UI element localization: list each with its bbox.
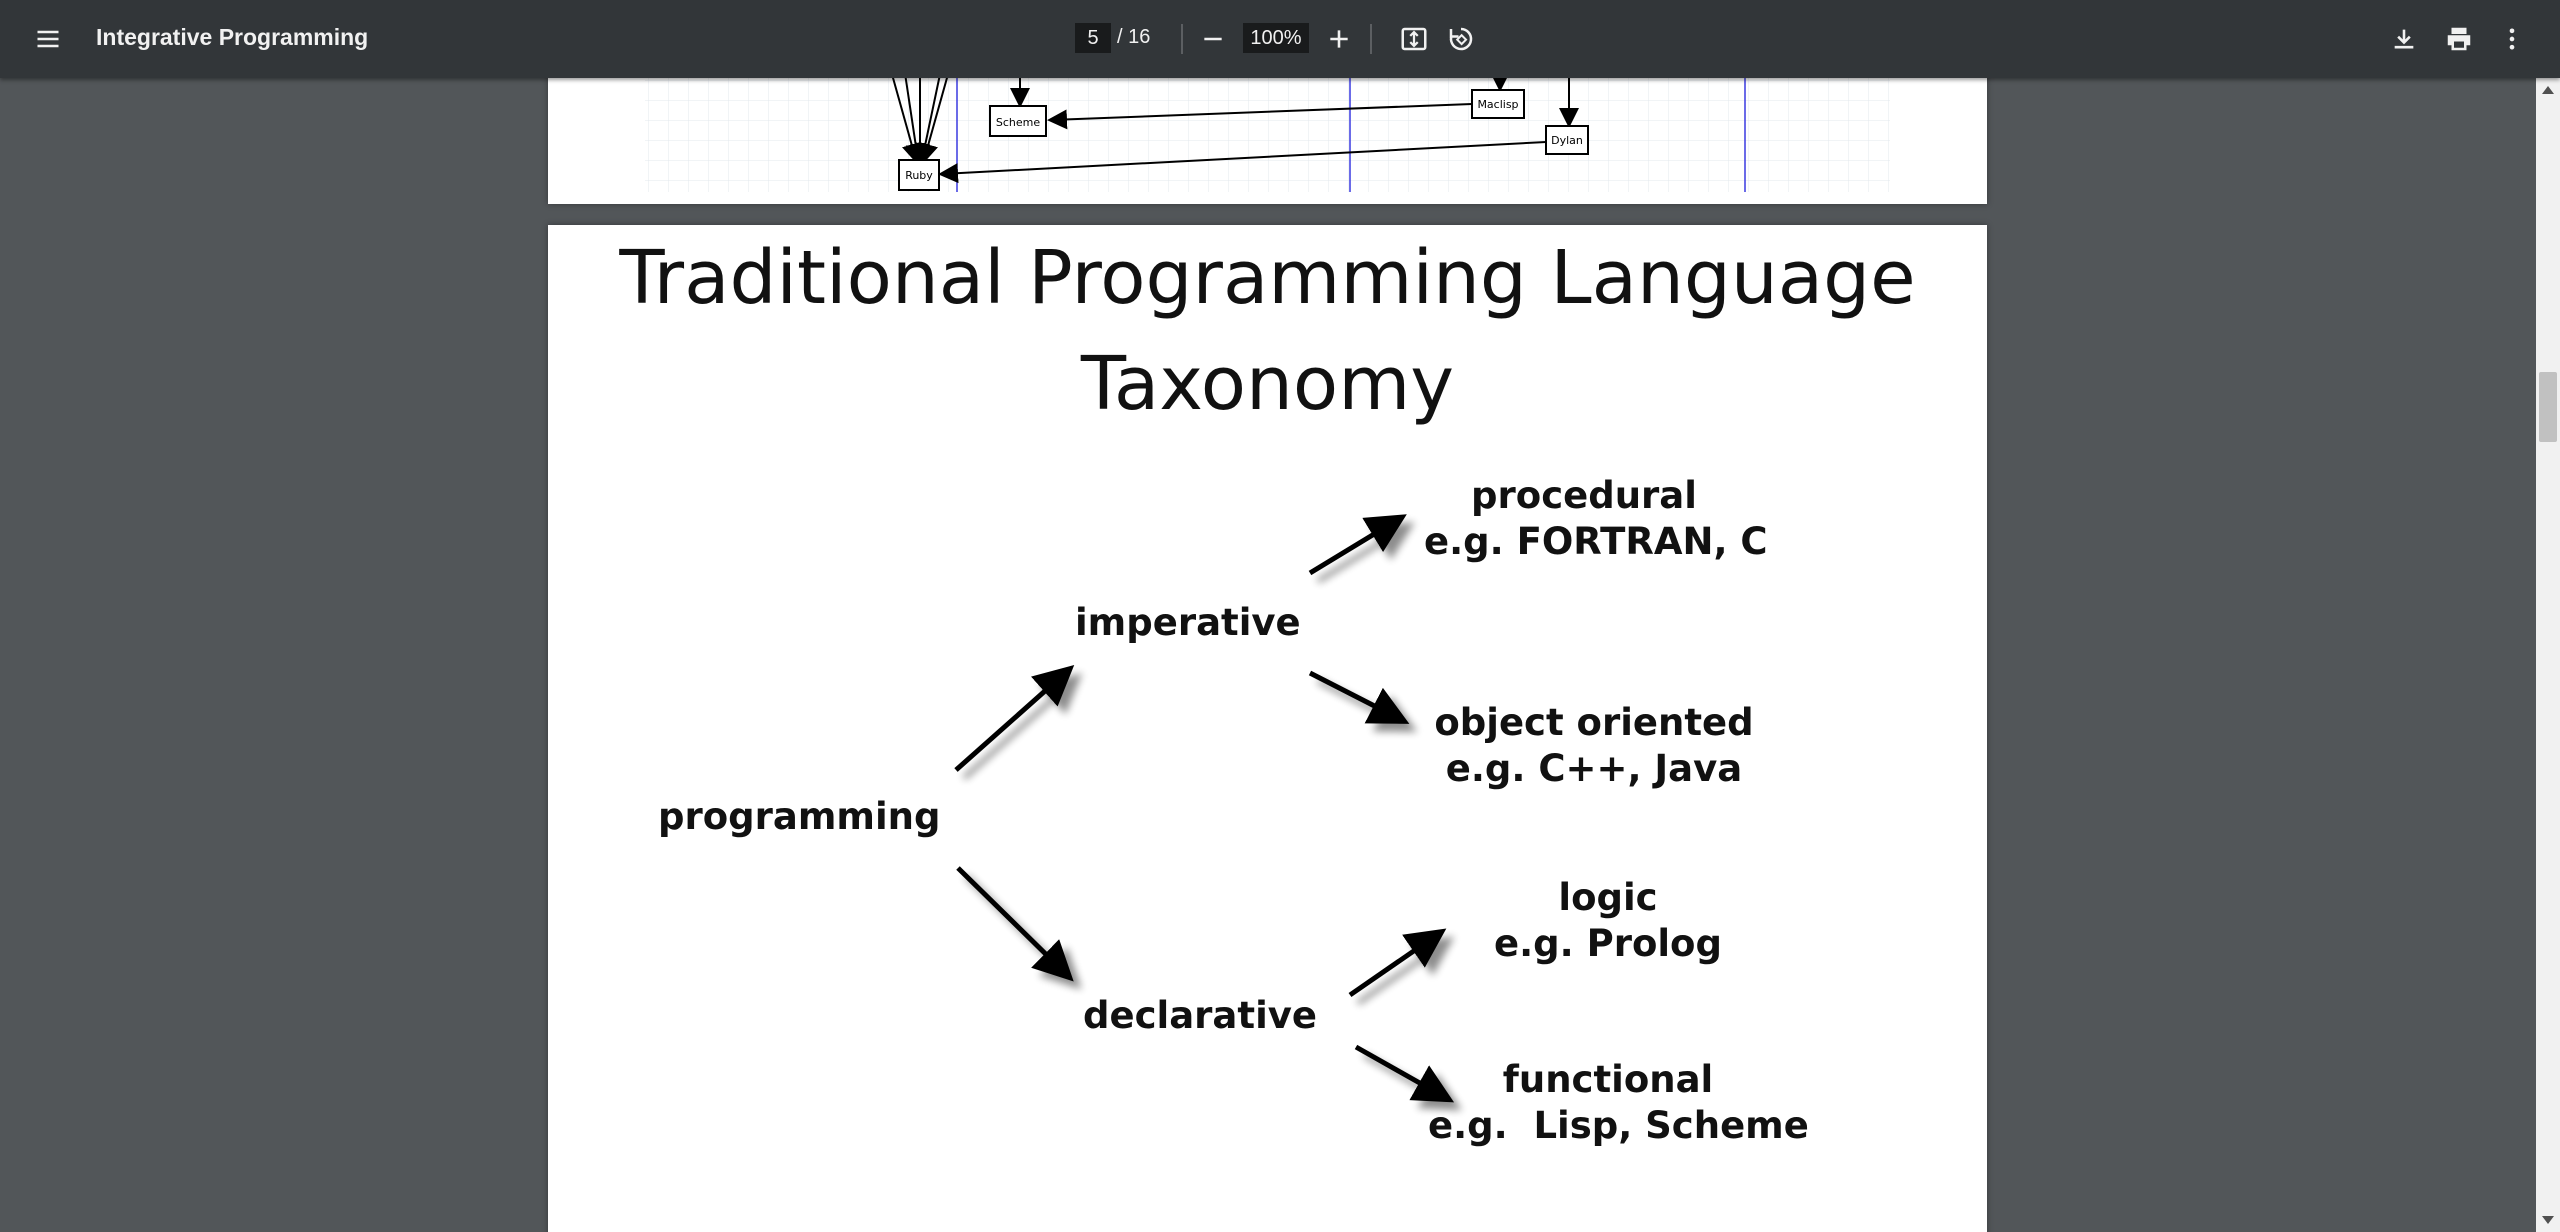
toolbar-divider <box>1370 24 1372 54</box>
pdf-page-5: Traditional Programming Language Taxonom… <box>548 225 1987 1232</box>
download-icon <box>2394 29 2414 49</box>
arrow-imperative-oop <box>1308 670 1410 724</box>
taxonomy-declarative: declarative <box>1083 994 1317 1037</box>
taxonomy-procedural: procedural e.g. FORTRAN, C <box>1424 474 1768 563</box>
svg-text:Dylan: Dylan <box>1551 134 1583 147</box>
svg-text:Maclisp: Maclisp <box>1477 98 1518 111</box>
print-button[interactable] <box>2433 13 2485 65</box>
fit-to-page-icon <box>1401 27 1427 51</box>
scroll-up-icon[interactable] <box>2542 86 2554 94</box>
plus-icon <box>1330 30 1348 48</box>
diagram-node: Scheme <box>989 105 1047 137</box>
more-vert-icon <box>2509 28 2515 50</box>
document-title: Integrative Programming <box>96 24 369 50</box>
arrow-programming-imperative <box>954 665 1075 772</box>
scroll-down-icon[interactable] <box>2542 1216 2554 1224</box>
scrollbar-thumb[interactable] <box>2539 372 2557 442</box>
diagram-node: Dylan <box>1545 125 1589 155</box>
taxonomy-root: programming <box>658 795 941 838</box>
language-lineage-diagram: Scheme Maclisp Dylan Ruby <box>645 60 1890 192</box>
menu-button[interactable] <box>22 13 74 65</box>
zoom-in-button[interactable] <box>1313 13 1365 65</box>
taxonomy-logic: logic e.g. Prolog <box>1494 876 1722 965</box>
more-options-button[interactable] <box>2486 13 2538 65</box>
page-total: / 16 <box>1117 26 1151 48</box>
minus-icon <box>1204 37 1222 41</box>
arrow-programming-declarative <box>956 866 1074 982</box>
svg-text:Ruby: Ruby <box>905 169 933 182</box>
diagram-node: Ruby <box>898 159 940 191</box>
pdf-toolbar: Integrative Programming / 16 <box>0 0 2560 78</box>
svg-text:Scheme: Scheme <box>996 116 1040 129</box>
taxonomy-imperative: imperative <box>1075 601 1301 644</box>
diagram-node: Maclisp <box>1471 89 1525 119</box>
pdf-page-4: Scheme Maclisp Dylan Ruby <box>548 60 1987 204</box>
fit-to-page-button[interactable] <box>1388 13 1440 65</box>
rotate-button[interactable] <box>1435 13 1487 65</box>
zoom-input[interactable] <box>1243 23 1309 53</box>
taxonomy-functional: functional e.g. Lisp, Scheme <box>1428 1058 1809 1147</box>
taxonomy-object-oriented: object oriented e.g. C++, Java <box>1434 701 1754 790</box>
zoom-out-button[interactable] <box>1187 13 1239 65</box>
vertical-scrollbar[interactable] <box>2536 78 2560 1232</box>
rotate-icon <box>1449 27 1473 51</box>
print-icon <box>2447 27 2471 51</box>
download-button[interactable] <box>2378 13 2430 65</box>
toolbar-divider <box>1181 24 1183 54</box>
arrow-declarative-logic <box>1348 928 1447 998</box>
menu-icon <box>37 30 59 48</box>
arrow-imperative-procedural <box>1308 514 1407 576</box>
page-number-input[interactable] <box>1075 23 1111 53</box>
